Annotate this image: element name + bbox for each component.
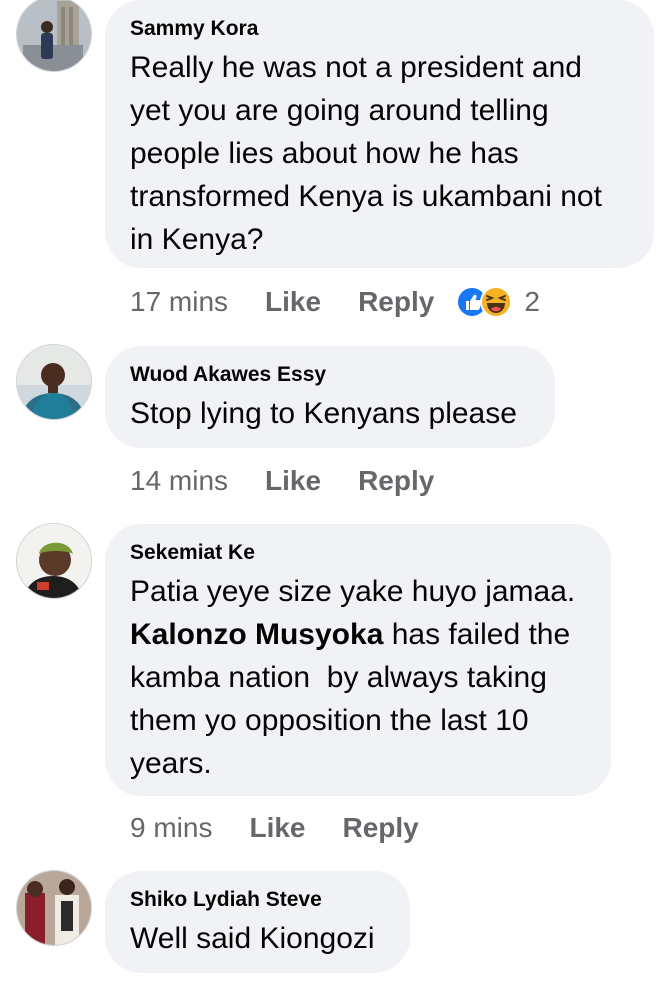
avatar-image [17,0,91,71]
avatar[interactable] [16,0,92,72]
comment-text-line: kamba nation by always taking [130,661,547,694]
comment-bubble: Sammy Kora Really he was not a president… [105,0,654,268]
reply-button[interactable]: Reply [358,286,434,318]
reactions-summary[interactable]: 2 [456,286,540,318]
comment-timestamp[interactable]: 17 mins [130,286,228,318]
comment-timestamp[interactable]: 9 mins [130,812,212,844]
comment-text-line: years. [130,747,212,780]
avatar-image [17,345,91,419]
comment-text-line: Patia yeye size yake huyo jamaa. [130,575,576,608]
comment-text-fragment: has failed the [383,618,571,651]
reply-button[interactable]: Reply [343,812,419,844]
comment-text-line: Really he was not a president and [130,51,582,84]
comment-author[interactable]: Sammy Kora [130,16,628,42]
comment-text-line: Stop lying to Kenyans please [130,397,517,430]
comment-author[interactable]: Shiko Lydiah Steve [130,887,384,913]
comment-meta: 9 mins Like Reply [130,808,419,848]
comment-text: Stop lying to Kenyans please [130,392,529,435]
reply-button[interactable]: Reply [358,465,434,497]
comment-author[interactable]: Wuod Akawes Essy [130,362,529,388]
comment-bubble: Sekemiat Ke Patia yeye size yake huyo ja… [105,524,611,796]
like-button[interactable]: Like [249,812,305,844]
comment-text-line: Kalonzo Musyoka has failed the [130,613,585,656]
comment-text-line: people lies about how he has [130,137,519,170]
comment-meta: 14 mins Like Reply [130,461,434,501]
avatar[interactable] [16,523,92,599]
comment-text-line: yet you are going around telling [130,94,549,127]
comment-text-line: them yo opposition the last 10 [130,704,529,737]
comment-timestamp[interactable]: 14 mins [130,465,228,497]
comment-text-line: transformed Kenya is ukambani not [130,180,602,213]
reaction-count: 2 [524,286,540,317]
comment-text-line: in Kenya? [130,223,264,256]
like-button[interactable]: Like [265,286,321,318]
comment-author[interactable]: Sekemiat Ke [130,540,585,566]
comment-bubble: Wuod Akawes Essy Stop lying to Kenyans p… [105,346,555,448]
avatar[interactable] [16,344,92,420]
comment-text: Patia yeye size yake huyo jamaa. Kalonzo… [130,570,585,785]
haha-reaction-icon [480,286,513,318]
comment-text: Really he was not a president and yet yo… [130,46,628,261]
comment-text: Well said Kiongozi [130,917,384,960]
avatar-image [17,871,91,945]
avatar[interactable] [16,870,92,946]
mention-link[interactable]: Kalonzo Musyoka [130,618,383,651]
avatar-image [17,524,91,598]
like-button[interactable]: Like [265,465,321,497]
comment-text-line: Well said Kiongozi [130,922,375,955]
comment-meta: 17 mins Like Reply 2 [130,282,540,322]
comment-bubble: Shiko Lydiah Steve Well said Kiongozi [105,871,410,973]
